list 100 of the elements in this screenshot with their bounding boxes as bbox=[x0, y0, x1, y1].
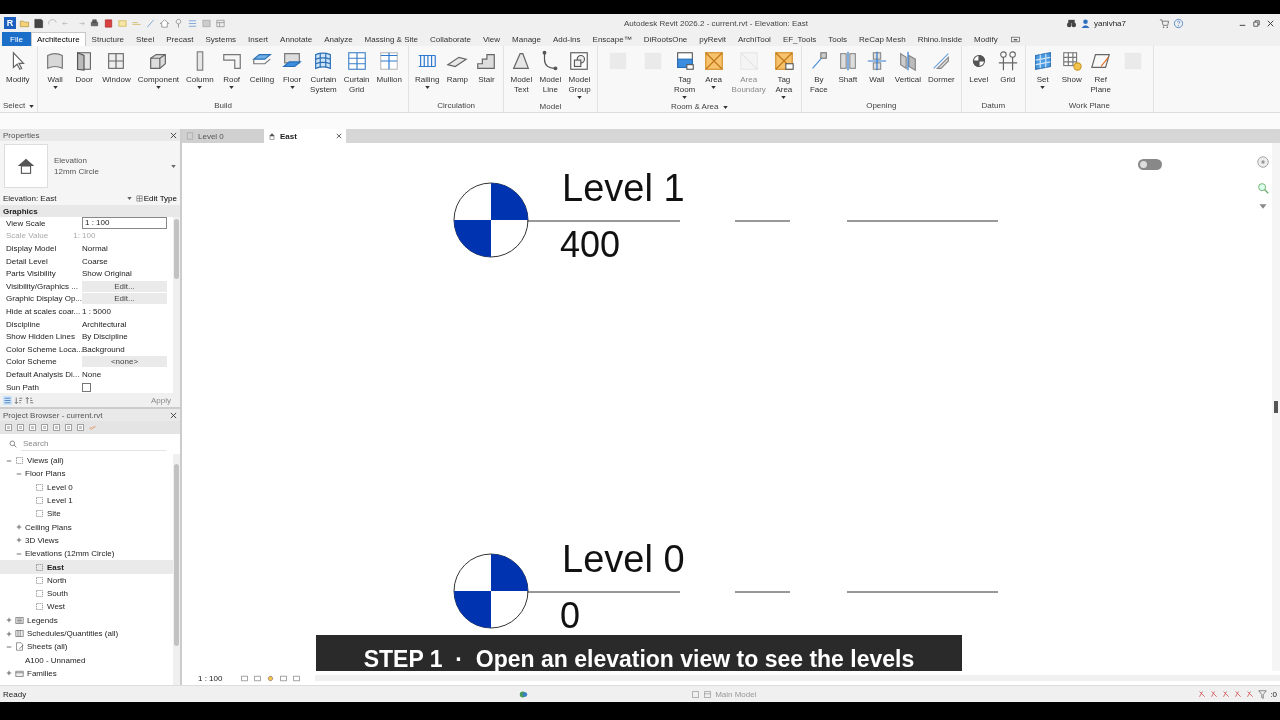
ribbon-tool-button[interactable]: By Face bbox=[804, 48, 833, 97]
document-tab[interactable]: Level 0 bbox=[182, 129, 264, 143]
ribbon-tab[interactable]: Analyze bbox=[318, 32, 359, 46]
ribbon-tool-button[interactable]: Column bbox=[183, 48, 217, 91]
tree-item[interactable]: Elevations (12mm Circle) bbox=[0, 547, 173, 561]
tree-item[interactable]: Families bbox=[0, 666, 173, 681]
model-icon[interactable] bbox=[703, 689, 713, 699]
ribbon-tool-button[interactable]: Dormer bbox=[925, 48, 958, 87]
ribbon-tool-button[interactable]: Modify bbox=[3, 48, 33, 87]
ribbon-tool-button[interactable]: Model Group bbox=[565, 48, 594, 101]
design-options-icon[interactable] bbox=[691, 689, 701, 699]
close-icon[interactable] bbox=[336, 133, 342, 139]
ribbon-tab[interactable]: pyRevit bbox=[693, 32, 732, 46]
user-icon[interactable] bbox=[1079, 17, 1091, 29]
ribbon-tool-button[interactable]: Railing bbox=[411, 48, 443, 91]
tree-item[interactable]: Schedules/Quantities (all) bbox=[0, 626, 173, 641]
property-button[interactable]: Edit... bbox=[82, 280, 167, 292]
binoculars-icon[interactable] bbox=[1065, 17, 1077, 29]
ribbon-tool-button[interactable]: Tag Room bbox=[670, 48, 699, 101]
app-logo[interactable]: R bbox=[4, 17, 16, 29]
checkbox[interactable] bbox=[82, 382, 91, 392]
ribbon-tab[interactable]: EF_Tools bbox=[776, 32, 823, 46]
ribbon-tool-button[interactable]: Curtain System bbox=[307, 48, 340, 97]
ribbon-tab[interactable]: Massing & Site bbox=[358, 32, 424, 46]
ribbon-tool-button[interactable]: Floor bbox=[278, 48, 307, 91]
tree-item[interactable]: 3D Views bbox=[0, 533, 173, 548]
collapse-icon[interactable] bbox=[6, 643, 12, 650]
visual-style-icon[interactable] bbox=[253, 673, 263, 683]
user-name[interactable]: yanivha7 bbox=[1093, 18, 1126, 28]
level-head-icon[interactable] bbox=[453, 182, 529, 258]
caret-icon[interactable] bbox=[126, 196, 132, 200]
ribbon-tool-button[interactable]: Set bbox=[1028, 48, 1057, 91]
ribbon-group-title[interactable]: Select bbox=[3, 100, 35, 112]
ribbon-tool-button[interactable]: Shaft bbox=[833, 48, 862, 87]
sort-descending-icon[interactable] bbox=[25, 395, 34, 405]
tree-item[interactable]: Floor Plans bbox=[0, 467, 173, 481]
expand-icon[interactable] bbox=[6, 670, 12, 677]
ribbon-tab[interactable]: Precast bbox=[160, 32, 200, 46]
ribbon-tool-button[interactable]: Roof bbox=[217, 48, 246, 91]
property-field[interactable]: 1 : 100 bbox=[82, 217, 167, 230]
ribbon-tool-button[interactable]: Window bbox=[99, 48, 134, 87]
shadows-icon[interactable] bbox=[279, 673, 289, 683]
ribbon-tab[interactable]: Collaborate bbox=[423, 32, 477, 46]
tree-item[interactable]: A100 - Unnamed bbox=[0, 653, 173, 667]
ribbon-tool-button[interactable]: Curtain Grid bbox=[340, 48, 373, 97]
ribbon-tab[interactable]: ArchiTool bbox=[732, 32, 777, 46]
ribbon-tool-button[interactable]: Ref Plane bbox=[1086, 48, 1115, 97]
ribbon-tool-button[interactable]: Ceiling bbox=[246, 48, 278, 87]
level-name[interactable]: Level 1 bbox=[562, 168, 685, 208]
tree-item[interactable]: Views (all) bbox=[0, 454, 173, 468]
scrollbar[interactable] bbox=[173, 454, 180, 685]
ribbon-tab[interactable]: Add-Ins bbox=[547, 32, 587, 46]
property-button[interactable]: <none> bbox=[82, 356, 167, 368]
tree-item[interactable]: North bbox=[0, 573, 173, 587]
scrollbar[interactable] bbox=[173, 217, 180, 393]
scrollbar[interactable] bbox=[1272, 143, 1280, 671]
ribbon-tab[interactable]: Annotate bbox=[274, 32, 319, 46]
link-icon[interactable] bbox=[88, 423, 97, 432]
close-icon[interactable] bbox=[170, 411, 177, 419]
ribbon-tool-button[interactable]: Vertical bbox=[891, 48, 925, 87]
ribbon-tab[interactable]: Steel bbox=[130, 32, 161, 46]
tree-item[interactable]: East bbox=[0, 560, 173, 574]
tree-item[interactable]: Legends bbox=[0, 613, 173, 627]
cart-icon[interactable] bbox=[1159, 17, 1170, 29]
sun-icon[interactable] bbox=[266, 673, 276, 683]
tree-item[interactable]: West bbox=[0, 600, 173, 614]
ribbon-tool-button[interactable]: Show bbox=[1057, 48, 1086, 87]
ribbon-tab[interactable]: Architecture bbox=[30, 32, 86, 46]
ribbon-tab[interactable]: ReCap Mesh bbox=[852, 32, 912, 46]
expand-icon[interactable] bbox=[6, 617, 12, 624]
level-name[interactable]: Level 0 bbox=[562, 539, 685, 579]
level-head-icon[interactable] bbox=[453, 553, 529, 629]
tree-item[interactable]: Level 0 bbox=[0, 480, 173, 494]
expand-icon[interactable] bbox=[16, 537, 22, 544]
ribbon-tab[interactable]: Rhino.Inside bbox=[911, 32, 969, 46]
ribbon-tab[interactable]: Structure bbox=[85, 32, 131, 46]
ribbon-tool-button[interactable]: Model Line bbox=[536, 48, 565, 97]
worksharing-icon[interactable] bbox=[519, 689, 529, 699]
line-icon[interactable] bbox=[145, 17, 156, 29]
tree-item[interactable]: South bbox=[0, 586, 173, 601]
edit-type-button[interactable]: Edit Type bbox=[135, 193, 177, 203]
detail-level-icon[interactable] bbox=[240, 673, 250, 683]
ribbon-tab[interactable]: Manage bbox=[506, 32, 547, 46]
select-underlay-icon[interactable] bbox=[1210, 689, 1220, 699]
steering-wheel-icon[interactable] bbox=[1256, 155, 1270, 169]
ribbon-tool-button[interactable]: Wall bbox=[862, 48, 891, 87]
ribbon-tab[interactable]: Enscape™ bbox=[586, 32, 638, 46]
view-scale[interactable]: 1 : 100 bbox=[198, 673, 223, 683]
ribbon-tab[interactable]: View bbox=[476, 32, 507, 46]
sort-ascending-icon[interactable] bbox=[14, 395, 23, 405]
tree-item[interactable]: Site bbox=[0, 507, 173, 521]
tree-item[interactable]: Ceiling Plans bbox=[0, 520, 173, 534]
ribbon-tab[interactable]: Tools bbox=[822, 32, 853, 46]
ribbon-tab[interactable]: DiRootsOne bbox=[637, 32, 694, 46]
save-icon[interactable] bbox=[33, 17, 44, 29]
ribbon-tool-button[interactable]: Wall bbox=[41, 48, 70, 91]
tree-item[interactable]: Sheets (all) bbox=[0, 640, 173, 654]
tree-item[interactable]: Level 1 bbox=[0, 493, 173, 508]
ribbon-tool-button[interactable]: Level bbox=[964, 48, 993, 87]
document-tab[interactable]: East bbox=[264, 129, 346, 143]
